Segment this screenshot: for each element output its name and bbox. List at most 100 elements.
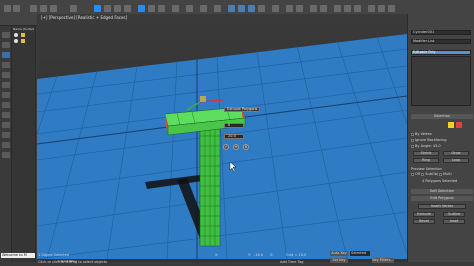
scale-icon[interactable]: [158, 5, 165, 12]
pivot-icon[interactable]: [186, 5, 193, 12]
preview-selection-options: Off SubObj Multi: [411, 172, 452, 177]
edit-polygons-rollout[interactable]: Edit Polygons: [411, 196, 473, 201]
grid-size: Grid = 10.0: [286, 253, 307, 257]
left-tool-strip: [0, 26, 12, 262]
grow-button[interactable]: Grow: [443, 151, 469, 156]
object-name-field[interactable]: Cylinder001: [411, 30, 471, 35]
selection-count: 1 Object Selected: [38, 253, 70, 257]
reference-coordinate-dropdown[interactable]: [172, 5, 179, 12]
select-tool-icon[interactable]: [2, 32, 10, 38]
select-manipulate-icon[interactable]: [200, 5, 207, 12]
rectangle-selection-icon[interactable]: [114, 5, 121, 12]
link-icon[interactable]: [30, 5, 37, 12]
display-bones-icon[interactable]: [2, 132, 10, 138]
key-filters-button[interactable]: Key Filters...: [372, 258, 394, 263]
multi-radio[interactable]: [439, 172, 443, 176]
selection-rollout[interactable]: Selection: [411, 114, 473, 119]
mirror-icon[interactable]: [286, 5, 293, 12]
bind-icon[interactable]: [50, 5, 57, 12]
percent-snap-icon[interactable]: [248, 5, 255, 12]
display-warps-icon[interactable]: [2, 102, 10, 108]
angle-snap-icon[interactable]: [238, 5, 245, 12]
set-key-button[interactable]: Set Key: [330, 258, 348, 263]
by-angle-checkbox[interactable]: By Angle: 45.0: [411, 144, 441, 149]
display-containers-icon[interactable]: [2, 142, 10, 148]
key-mode-dropdown[interactable]: Selected: [350, 251, 370, 256]
redo-icon[interactable]: [13, 5, 20, 12]
inset-button[interactable]: Inset: [443, 219, 465, 224]
unlink-icon[interactable]: [40, 5, 47, 12]
scene-explorer: Name (Sorted: [12, 26, 36, 262]
outline-button[interactable]: Outline: [443, 212, 465, 217]
object-icon[interactable]: [21, 33, 25, 37]
extrusion-type-field[interactable]: 0: [224, 123, 244, 128]
rotate-icon[interactable]: [148, 5, 155, 12]
curve-editor-icon[interactable]: [334, 5, 341, 12]
edit-named-selection-icon[interactable]: [272, 5, 279, 12]
undo-icon[interactable]: [4, 5, 11, 12]
modifier-stack: [411, 56, 471, 106]
loop-button[interactable]: Loop: [443, 158, 469, 163]
add-time-tag[interactable]: Add Time Tag: [280, 260, 304, 264]
display-cameras-icon[interactable]: [2, 82, 10, 88]
move-icon[interactable]: [138, 5, 145, 12]
y-coordinate-label: Y:: [248, 253, 251, 257]
bevel-button[interactable]: Bevel: [413, 219, 435, 224]
snaps-toggle-icon[interactable]: [228, 5, 235, 12]
by-vertex-checkbox[interactable]: By Vertex: [411, 132, 432, 137]
display-xrefs-icon[interactable]: [2, 122, 10, 128]
spinner-snap-icon[interactable]: [258, 5, 265, 12]
display-shapes-icon[interactable]: [2, 62, 10, 68]
window-crossing-icon[interactable]: [124, 5, 131, 12]
display-geometry-icon[interactable]: [2, 52, 10, 58]
select-object-icon[interactable]: [94, 5, 101, 12]
soft-selection-rollout[interactable]: Soft Selection: [411, 189, 473, 194]
display-particles-icon[interactable]: [2, 152, 10, 158]
select-by-name-icon[interactable]: [104, 5, 111, 12]
y-coordinate-value[interactable]: -16.0: [254, 253, 263, 257]
render-setup-icon[interactable]: [368, 5, 375, 12]
keyboard-shortcut-icon[interactable]: [214, 5, 221, 12]
align-icon[interactable]: [296, 5, 303, 12]
render-icon[interactable]: [388, 5, 395, 12]
extrude-button[interactable]: Extrude: [413, 212, 435, 217]
z-coordinate-label: Z:: [270, 253, 274, 257]
element-mode-icon[interactable]: [456, 122, 462, 128]
caddy-title: Extrude Polygons: [224, 107, 261, 112]
ignore-backfacing-checkbox[interactable]: Ignore Backfacing: [411, 138, 446, 143]
polygon-mode-icon[interactable]: [448, 122, 454, 128]
schematic-view-icon[interactable]: [344, 5, 351, 12]
ring-button[interactable]: Ring: [413, 158, 439, 163]
shrink-button[interactable]: Shrink: [413, 151, 439, 156]
x-icon[interactable]: ×: [243, 144, 249, 150]
stack-item-editable-poly[interactable]: Editable Poly: [411, 50, 471, 55]
plus-icon[interactable]: +: [233, 144, 239, 150]
scene-explorer-header: Name (Sorted: [13, 27, 34, 31]
object-icon[interactable]: [21, 39, 25, 43]
extrude-polygons-caddy: Extrude Polygons 0 20.0 ✓ + ×: [220, 107, 264, 155]
filter-dropdown[interactable]: [70, 5, 77, 12]
by-angle-value[interactable]: 45.0: [433, 144, 441, 148]
check-icon[interactable]: ✓: [223, 144, 229, 150]
selection-status: 4 Polygons Selected: [422, 179, 458, 183]
rendered-frame-icon[interactable]: [378, 5, 385, 12]
visibility-icon[interactable]: [14, 39, 18, 43]
display-helpers-icon[interactable]: [2, 92, 10, 98]
modifier-list-dropdown[interactable]: Modifier List: [411, 39, 471, 44]
material-editor-icon[interactable]: [354, 5, 361, 12]
layer-explorer-icon[interactable]: [310, 5, 317, 12]
graphite-toolbar-icon[interactable]: [320, 5, 327, 12]
off-radio[interactable]: [411, 172, 414, 176]
auto-key-button[interactable]: Auto Key: [330, 251, 348, 256]
display-groups-icon[interactable]: [2, 112, 10, 118]
maxscript-listener[interactable]: Welcome to M: [1, 253, 35, 258]
x-coordinate-label: X:: [215, 253, 219, 257]
cylinder-object[interactable]: [199, 125, 221, 247]
subobj-radio[interactable]: [421, 172, 425, 176]
extrusion-height-field[interactable]: 20.0: [224, 134, 244, 139]
viewport-label[interactable]: [+] [Perspective] [Realistic + Edged Fac…: [41, 15, 127, 20]
insert-vertex-button[interactable]: Insert Vertex: [418, 204, 466, 209]
display-lights-icon[interactable]: [2, 72, 10, 78]
visibility-icon[interactable]: [14, 33, 18, 37]
display-none-icon[interactable]: [2, 42, 10, 48]
